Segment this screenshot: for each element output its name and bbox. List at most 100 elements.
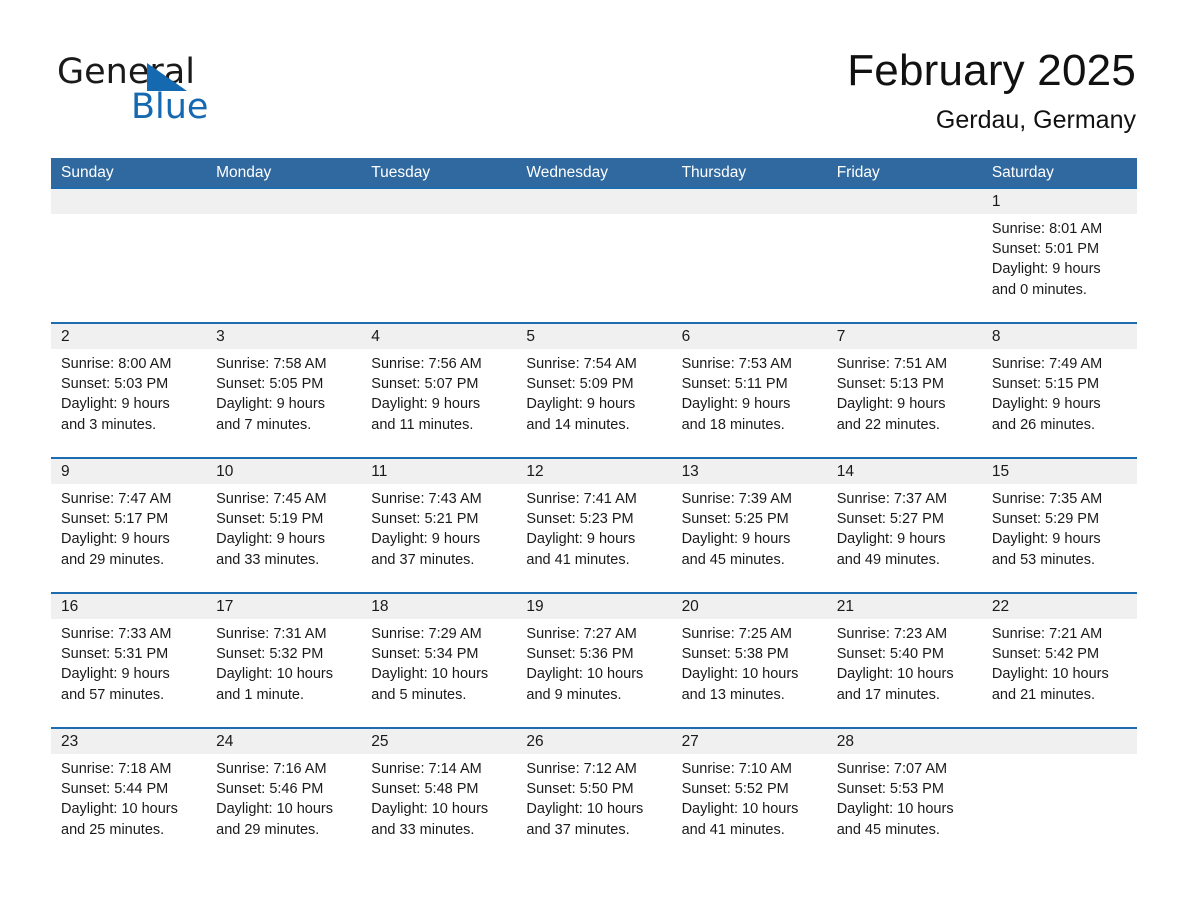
day-cell[interactable]: 5 Sunrise: 7:54 AM Sunset: 5:09 PM Dayli…	[516, 324, 672, 457]
day-details: Sunrise: 7:25 AM Sunset: 5:38 PM Dayligh…	[672, 619, 827, 705]
day-cell[interactable]: 14 Sunrise: 7:37 AM Sunset: 5:27 PM Dayl…	[826, 459, 982, 592]
day-details	[672, 214, 827, 219]
day-number: 1	[991, 193, 1001, 210]
sunrise-text: Sunrise: 7:16 AM	[216, 761, 327, 777]
day-number-band: 23	[51, 729, 207, 754]
daylight-line1: Daylight: 9 hours	[991, 396, 1101, 413]
day-cell[interactable]	[516, 189, 672, 322]
day-number: 17	[216, 598, 234, 615]
day-number-band: 17	[206, 594, 362, 619]
day-cell[interactable]: 15 Sunrise: 7:35 AM Sunset: 5:29 PM Dayl…	[981, 459, 1137, 592]
day-cell[interactable]: 22 Sunrise: 7:21 AM Sunset: 5:42 PM Dayl…	[981, 594, 1137, 727]
day-details: Sunrise: 7:27 AM Sunset: 5:36 PM Dayligh…	[516, 619, 671, 705]
daylight-line1: Daylight: 10 hours	[681, 666, 799, 683]
day-cell[interactable]	[361, 189, 517, 322]
sunset-text: Sunset: 5:34 PM	[371, 646, 479, 663]
day-details: Sunrise: 7:45 AM Sunset: 5:19 PM Dayligh…	[206, 484, 361, 570]
day-cell[interactable]: 24 Sunrise: 7:16 AM Sunset: 5:46 PM Dayl…	[206, 729, 362, 849]
sunset-text: Sunset: 5:48 PM	[371, 781, 479, 798]
day-number-band: 8	[981, 324, 1137, 349]
sunset-text: Sunset: 5:27 PM	[836, 511, 944, 528]
sunset-text: Sunset: 5:32 PM	[216, 646, 324, 663]
sunrise-text: Sunrise: 7:54 AM	[526, 356, 637, 372]
day-cell[interactable]: 13 Sunrise: 7:39 AM Sunset: 5:25 PM Dayl…	[671, 459, 827, 592]
daylight-line2: and 26 minutes.	[991, 416, 1096, 433]
sunrise-text: Sunrise: 7:27 AM	[526, 626, 637, 642]
day-cell[interactable]: 23 Sunrise: 7:18 AM Sunset: 5:44 PM Dayl…	[51, 729, 207, 849]
day-cell[interactable]: 19 Sunrise: 7:27 AM Sunset: 5:36 PM Dayl…	[516, 594, 672, 727]
day-number-band: 20	[671, 594, 827, 619]
day-number-band: 1	[981, 189, 1137, 214]
day-details: Sunrise: 7:07 AM Sunset: 5:53 PM Dayligh…	[827, 754, 982, 840]
day-number: 9	[61, 463, 70, 480]
daylight-line1: Daylight: 9 hours	[991, 261, 1101, 278]
day-cell[interactable]: 12 Sunrise: 7:41 AM Sunset: 5:23 PM Dayl…	[516, 459, 672, 592]
day-cell[interactable]: 17 Sunrise: 7:31 AM Sunset: 5:32 PM Dayl…	[206, 594, 362, 727]
day-details: Sunrise: 7:16 AM Sunset: 5:46 PM Dayligh…	[206, 754, 361, 840]
day-cell[interactable]: 10 Sunrise: 7:45 AM Sunset: 5:19 PM Dayl…	[206, 459, 362, 592]
day-details: Sunrise: 7:58 AM Sunset: 5:05 PM Dayligh…	[206, 349, 361, 435]
day-number-band	[206, 189, 362, 214]
day-cell[interactable]	[981, 729, 1137, 849]
day-cell[interactable]: 2 Sunrise: 8:00 AM Sunset: 5:03 PM Dayli…	[51, 324, 207, 457]
day-details: Sunrise: 7:49 AM Sunset: 5:15 PM Dayligh…	[982, 349, 1137, 435]
day-number-band: 24	[206, 729, 362, 754]
sunset-text: Sunset: 5:23 PM	[526, 511, 634, 528]
week-row: 23 Sunrise: 7:18 AM Sunset: 5:44 PM Dayl…	[51, 727, 1137, 849]
daylight-line2: and 0 minutes.	[991, 281, 1087, 298]
day-number-band	[361, 189, 517, 214]
day-cell[interactable]: 6 Sunrise: 7:53 AM Sunset: 5:11 PM Dayli…	[671, 324, 827, 457]
day-number: 25	[371, 733, 389, 750]
sunrise-text: Sunrise: 7:43 AM	[371, 491, 482, 507]
daylight-line1: Daylight: 9 hours	[836, 531, 946, 548]
day-details: Sunrise: 7:41 AM Sunset: 5:23 PM Dayligh…	[516, 484, 671, 570]
day-cell[interactable]	[51, 189, 207, 322]
sunset-text: Sunset: 5:46 PM	[216, 781, 324, 798]
sunrise-text: Sunrise: 7:23 AM	[836, 626, 948, 642]
day-cell[interactable]: 1 Sunrise: 8:01 AM Sunset: 5:01 PM Dayli…	[981, 189, 1137, 322]
daylight-line2: and 49 minutes.	[836, 551, 940, 568]
day-cell[interactable]: 20 Sunrise: 7:25 AM Sunset: 5:38 PM Dayl…	[671, 594, 827, 727]
day-cell[interactable]: 3 Sunrise: 7:58 AM Sunset: 5:05 PM Dayli…	[206, 324, 362, 457]
day-number: 10	[216, 463, 234, 480]
day-cell[interactable]: 11 Sunrise: 7:43 AM Sunset: 5:21 PM Dayl…	[361, 459, 517, 592]
daylight-line2: and 18 minutes.	[681, 416, 785, 433]
daylight-line2: and 33 minutes.	[216, 551, 320, 568]
day-cell[interactable]: 28 Sunrise: 7:07 AM Sunset: 5:53 PM Dayl…	[826, 729, 982, 849]
day-cell[interactable]	[826, 189, 982, 322]
day-cell[interactable]: 4 Sunrise: 7:56 AM Sunset: 5:07 PM Dayli…	[361, 324, 517, 457]
sunset-text: Sunset: 5:25 PM	[681, 511, 789, 528]
day-cell[interactable]: 8 Sunrise: 7:49 AM Sunset: 5:15 PM Dayli…	[981, 324, 1137, 457]
sunset-text: Sunset: 5:38 PM	[681, 646, 789, 663]
day-number-band	[826, 189, 982, 214]
page-title: February 2025	[847, 46, 1136, 95]
calendar-grid: Sunday Monday Tuesday Wednesday Thursday…	[51, 158, 1137, 849]
day-cell[interactable]: 21 Sunrise: 7:23 AM Sunset: 5:40 PM Dayl…	[826, 594, 982, 727]
day-number-band: 15	[981, 459, 1137, 484]
day-number: 18	[371, 598, 389, 615]
day-cell[interactable]: 26 Sunrise: 7:12 AM Sunset: 5:50 PM Dayl…	[516, 729, 672, 849]
day-cell[interactable]	[671, 189, 827, 322]
sunrise-text: Sunrise: 7:45 AM	[216, 491, 327, 507]
day-cell[interactable]: 16 Sunrise: 7:33 AM Sunset: 5:31 PM Dayl…	[51, 594, 207, 727]
day-cell[interactable]: 18 Sunrise: 7:29 AM Sunset: 5:34 PM Dayl…	[361, 594, 517, 727]
day-number-band: 11	[361, 459, 517, 484]
sunset-text: Sunset: 5:01 PM	[991, 241, 1100, 258]
day-number-band: 22	[981, 594, 1137, 619]
day-details: Sunrise: 7:31 AM Sunset: 5:32 PM Dayligh…	[206, 619, 361, 705]
sunrise-text: Sunrise: 7:53 AM	[681, 356, 792, 372]
day-cell[interactable]: 27 Sunrise: 7:10 AM Sunset: 5:52 PM Dayl…	[671, 729, 827, 849]
daylight-line2: and 45 minutes.	[836, 821, 940, 838]
brand-logo[interactable]: General Blue	[57, 52, 397, 134]
day-details: Sunrise: 7:29 AM Sunset: 5:34 PM Dayligh…	[361, 619, 516, 705]
day-cell[interactable]: 7 Sunrise: 7:51 AM Sunset: 5:13 PM Dayli…	[826, 324, 982, 457]
day-details	[51, 214, 206, 219]
day-cell[interactable]	[206, 189, 362, 322]
day-details: Sunrise: 7:47 AM Sunset: 5:17 PM Dayligh…	[51, 484, 206, 570]
day-number-band: 13	[671, 459, 827, 484]
day-cell[interactable]: 25 Sunrise: 7:14 AM Sunset: 5:48 PM Dayl…	[361, 729, 517, 849]
daylight-line2: and 53 minutes.	[991, 551, 1096, 568]
day-cell[interactable]: 9 Sunrise: 7:47 AM Sunset: 5:17 PM Dayli…	[51, 459, 207, 592]
day-number-band: 19	[516, 594, 672, 619]
day-details: Sunrise: 7:21 AM Sunset: 5:42 PM Dayligh…	[982, 619, 1137, 705]
